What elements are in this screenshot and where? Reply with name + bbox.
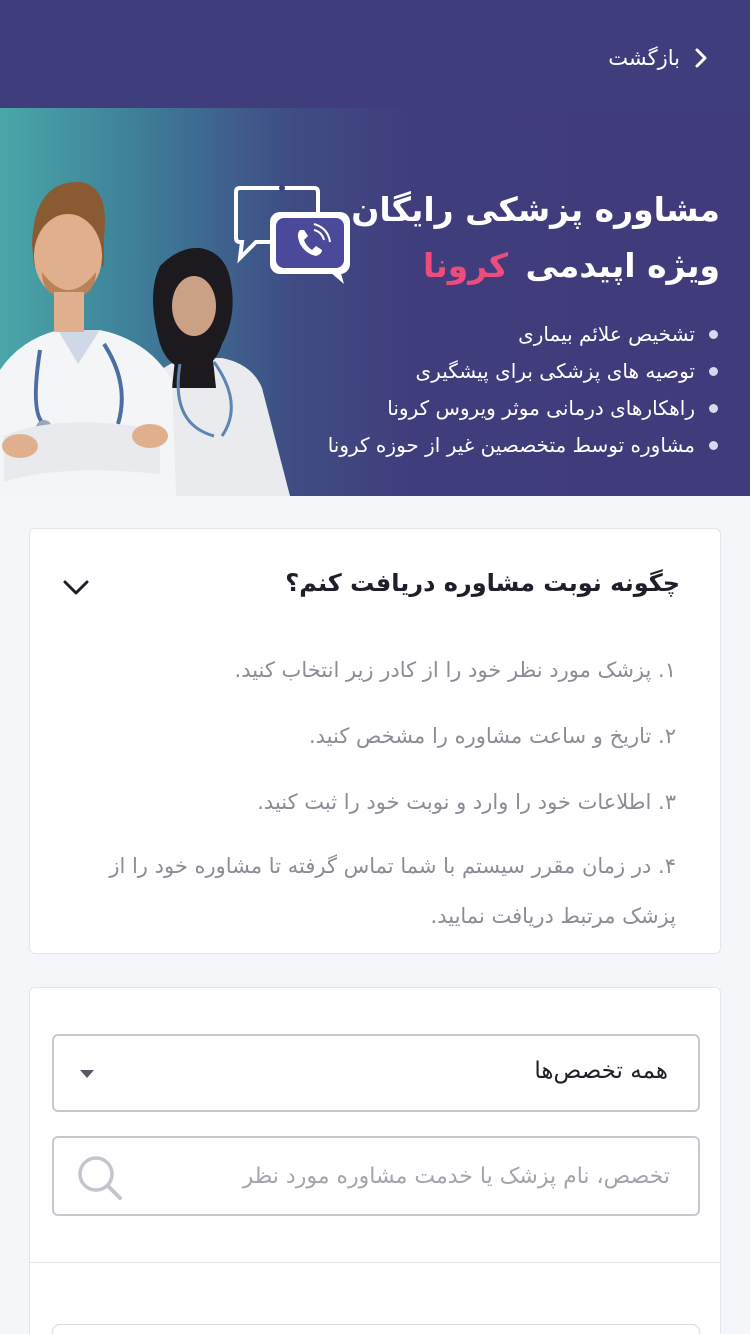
specialty-selected-value: همه تخصص‌ها	[534, 1058, 668, 1084]
top-bar: بازگشت	[0, 0, 750, 108]
banner-highlight-corona: کرونا	[423, 246, 509, 285]
bullet-dot-icon	[709, 367, 718, 376]
bullet-dot-icon	[709, 404, 718, 413]
banner-bullet: تشخیص علائم بیماری	[328, 316, 718, 353]
back-label: بازگشت	[608, 46, 680, 70]
search-box[interactable]	[52, 1136, 700, 1216]
banner-title-line1: مشاوره پزشکی رایگان	[351, 190, 720, 229]
promo-banner: مشاوره پزشکی رایگان ویژه اپیدمی کرونا تش…	[0, 108, 750, 496]
bullet-dot-icon	[709, 330, 718, 339]
chevron-down-icon[interactable]	[62, 577, 90, 597]
divider	[30, 1262, 720, 1263]
banner-bullet-list: تشخیص علائم بیماری توصیه های پزشکی برای …	[328, 316, 718, 464]
search-icon[interactable]	[72, 1150, 126, 1204]
specialty-select[interactable]: همه تخصص‌ها	[52, 1034, 700, 1112]
page: بازگشت مشاوره پزشکی رایگان ویژه اپیدمی ک…	[0, 0, 750, 1334]
howto-step: ۳. اطلاعات خود را وارد و نوبت خود را ثبت…	[257, 790, 676, 814]
banner-bullet: مشاوره توسط متخصصین غیر از حوزه کرونا	[328, 427, 718, 464]
back-button[interactable]: بازگشت	[608, 40, 710, 76]
howto-step: ۲. تاریخ و ساعت مشاوره را مشخص کنید.	[308, 724, 676, 748]
results-container	[52, 1324, 700, 1334]
chat-phone-icon	[234, 185, 350, 284]
howto-card: چگونه نوبت مشاوره دریافت کنم؟ ۱. پزشک مو…	[29, 528, 721, 954]
search-card: همه تخصص‌ها	[29, 987, 721, 1334]
caret-down-icon	[80, 1070, 94, 1078]
howto-steps: ۱. پزشک مورد نظر خود را از کادر زیر انتخ…	[56, 645, 676, 957]
banner-title-prefix: ویژه اپیدمی	[525, 246, 720, 285]
banner-title: مشاوره پزشکی رایگان ویژه اپیدمی کرونا	[351, 182, 720, 294]
bullet-dot-icon	[709, 441, 718, 450]
howto-title[interactable]: چگونه نوبت مشاوره دریافت کنم؟	[285, 569, 680, 597]
banner-bullet: راهکارهای درمانی موثر ویروس کرونا	[328, 390, 718, 427]
search-input[interactable]	[130, 1154, 670, 1198]
banner-bullet: توصیه های پزشکی برای پیشگیری	[328, 353, 718, 390]
chevron-right-icon	[695, 48, 707, 68]
howto-step: ۴. در زمان مقرر سیستم با شما تماس گرفته …	[109, 854, 676, 928]
howto-step: ۱. پزشک مورد نظر خود را از کادر زیر انتخ…	[234, 658, 676, 682]
banner-title-line2: ویژه اپیدمی کرونا	[351, 238, 720, 294]
